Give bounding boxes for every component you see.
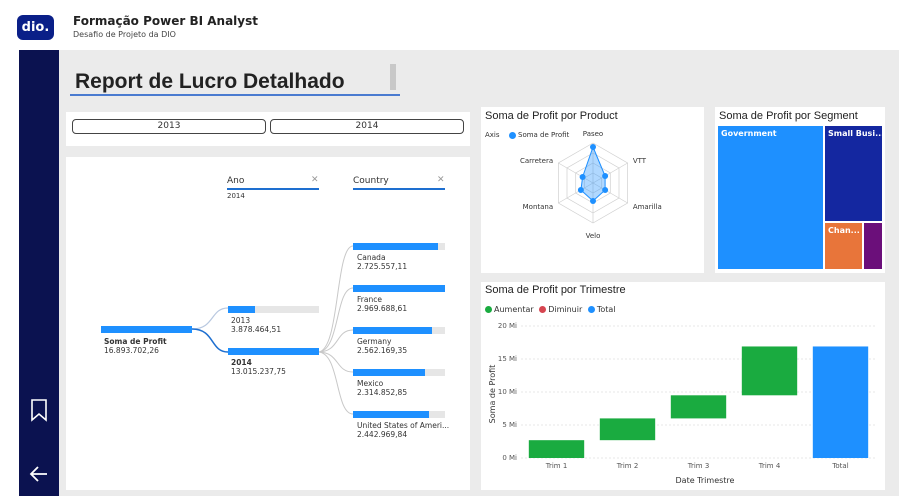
waterfall-bar[interactable] [670, 395, 727, 419]
waterfall-ytick: 10 Mi [498, 388, 517, 396]
country-bar-usa[interactable] [353, 411, 429, 418]
radar-point[interactable] [577, 187, 584, 193]
country-value: 2.725.557,11 [357, 262, 408, 271]
waterfall-plot: Trim 1 Trim 2 Trim 3 Trim 4 Total 0 Mi 5 Mi 10… [488, 322, 876, 485]
title-accent [390, 64, 396, 90]
ano-filter-value: 2014 [227, 192, 245, 200]
treemap-cell-other[interactable] [864, 223, 882, 269]
year-value: 13.015.237,75 [231, 367, 286, 376]
country-value: 2.314.852,85 [357, 388, 408, 397]
waterfall-ytick: 5 Mi [502, 421, 517, 429]
waterfall-xtick: Trim 4 [758, 462, 781, 470]
waterfall-xtick: Trim 1 [545, 462, 568, 470]
close-icon[interactable]: ✕ [311, 175, 319, 185]
canvas-scrollbar[interactable] [885, 50, 899, 496]
country-value: 2.969.688,61 [357, 304, 408, 313]
bookmark-icon[interactable] [27, 398, 51, 422]
title-underline [70, 94, 400, 96]
waterfall-xtick: Total [831, 462, 848, 470]
waterfall-bar[interactable] [528, 440, 585, 458]
waterfall-xtick: Trim 2 [616, 462, 639, 470]
radar-axis-label: Velo [586, 232, 601, 240]
ano-underline [227, 188, 319, 190]
ano-header: Ano [227, 176, 245, 186]
close-icon[interactable]: ✕ [437, 175, 445, 185]
page-title: Report de Lucro Detalhado [75, 70, 345, 93]
radar-axis-label: Montana [523, 203, 554, 211]
radar-axis-label: Amarilla [633, 203, 662, 211]
waterfall-ylabel: Soma de Profit [488, 365, 497, 424]
left-navigation [19, 50, 59, 496]
country-value: 2.562.169,35 [357, 346, 408, 355]
app-subtitle: Desafio de Projeto da DIO [73, 30, 176, 39]
waterfall-bar[interactable] [599, 418, 656, 441]
slicer-option-2013[interactable]: 2013 [72, 119, 266, 134]
radar-point[interactable] [590, 198, 596, 204]
country-bar-canada[interactable] [353, 243, 438, 250]
waterfall-xlabel: Date Trimestre [676, 476, 735, 485]
radar-plot: Paseo VTT Amarilla Velo Montana Carretera [520, 130, 662, 240]
treemap-title: Soma de Profit por Segment [719, 110, 858, 122]
radar-axis-label: VTT [633, 157, 647, 165]
year-bar-2014[interactable] [228, 348, 319, 355]
treemap-cell-government[interactable]: Government [718, 126, 823, 269]
country-bar-france[interactable] [353, 285, 445, 292]
country-bar-germany[interactable] [353, 327, 432, 334]
radar-axis-label: Carretera [520, 157, 553, 165]
waterfall-bar[interactable] [812, 346, 869, 458]
waterfall-ytick: 0 Mi [502, 454, 517, 462]
waterfall-bar[interactable] [741, 346, 798, 396]
country-underline [353, 188, 445, 190]
app-header: dio. Formação Power BI Analyst Desafio d… [0, 0, 915, 50]
year-value: 3.878.464,51 [231, 325, 282, 334]
slicer-option-2014[interactable]: 2014 [270, 119, 464, 134]
app-title: Formação Power BI Analyst [73, 14, 258, 28]
waterfall-xtick: Trim 3 [687, 462, 710, 470]
radar-point[interactable] [579, 174, 586, 180]
root-bar[interactable] [101, 326, 192, 333]
waterfall-ytick: 20 Mi [498, 322, 517, 330]
country-header: Country [353, 176, 389, 186]
country-value: 2.442.969,84 [357, 430, 408, 439]
radar-series-area [580, 145, 606, 202]
year-bar-2013[interactable] [228, 306, 255, 313]
country-bar-mexico[interactable] [353, 369, 425, 376]
arrow-left-icon[interactable] [27, 462, 51, 486]
root-value: 16.893.702,26 [104, 346, 159, 355]
radar-point[interactable] [602, 187, 609, 193]
radar-axis-label: Paseo [583, 130, 603, 138]
dio-logo: dio. [17, 15, 54, 40]
treemap-cell-channel[interactable]: Chan... [825, 223, 862, 269]
treemap-cell-small-business[interactable]: Small Busi... [825, 126, 882, 221]
radar-point[interactable] [590, 144, 596, 150]
radar-point[interactable] [602, 173, 609, 179]
waterfall-ytick: 15 Mi [498, 355, 517, 363]
